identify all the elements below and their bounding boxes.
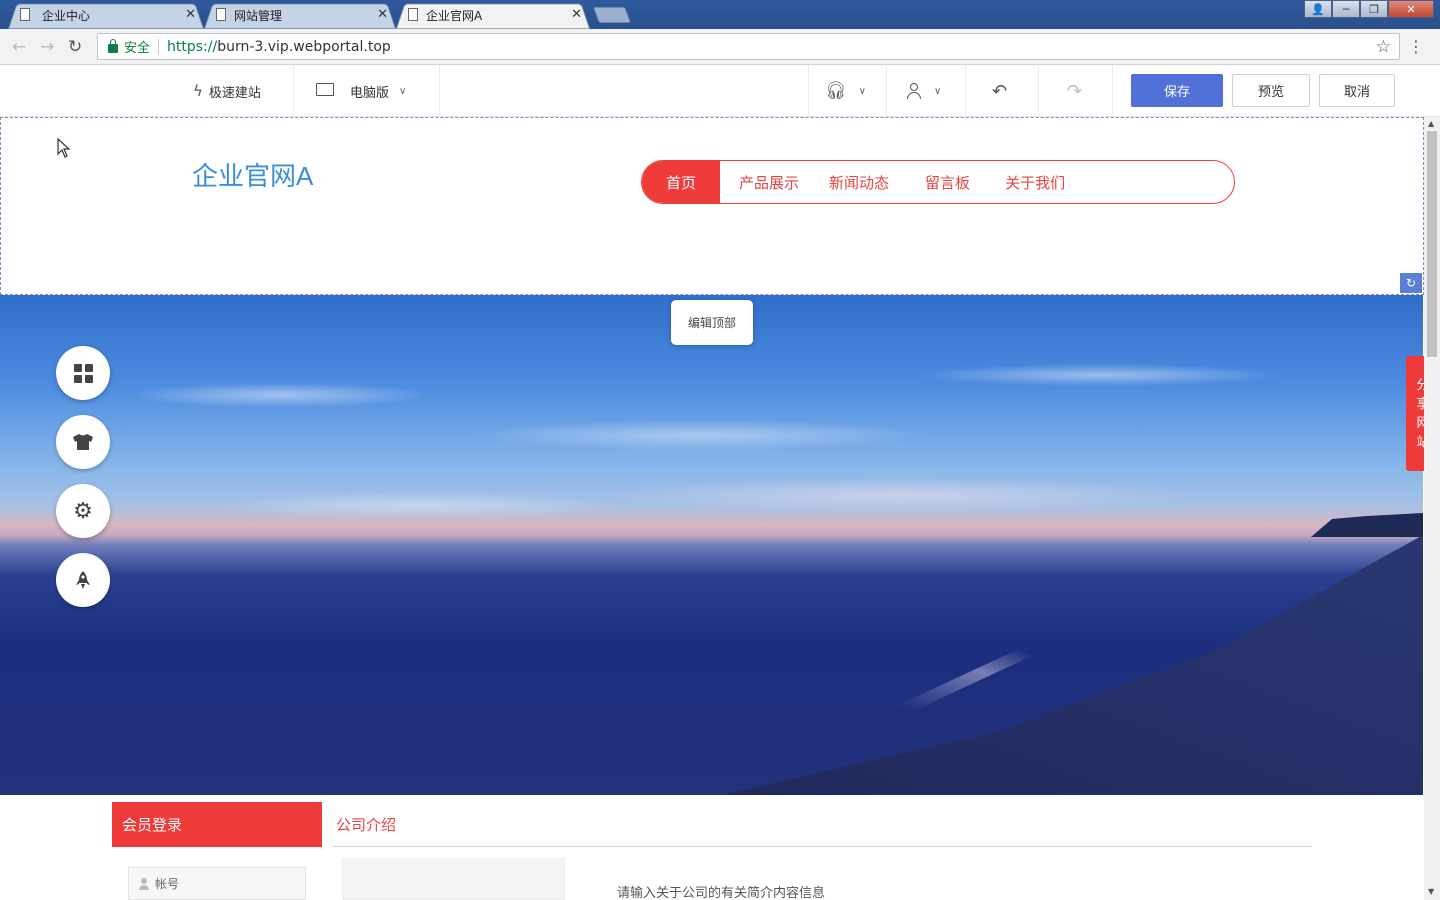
monitor-icon	[316, 82, 334, 96]
grid-icon	[73, 363, 93, 383]
quick-build-label: 极速建站	[208, 85, 261, 101]
scroll-up-icon[interactable]: ▲	[1428, 119, 1434, 128]
publish-tool-button[interactable]	[56, 553, 110, 607]
mouse-cursor-icon	[57, 137, 71, 162]
divider	[332, 846, 1312, 847]
security-label: 安全	[124, 41, 151, 56]
theme-tool-button[interactable]	[56, 415, 110, 469]
editor-toolbar: ϟ 极速建站 电脑版 ∨ 🎧︎ ∨ ∨ ↶ ↷ 保存 预览 取消	[0, 66, 1440, 117]
account-placeholder: 帐号	[155, 877, 180, 891]
nav-item-about[interactable]: 关于我们	[985, 161, 1080, 203]
account-menu[interactable]: ∨	[906, 66, 941, 116]
tab-title: 企业中心	[42, 8, 91, 23]
nav-item-home[interactable]: 首页	[642, 161, 721, 203]
banner-image	[0, 295, 1423, 795]
company-intro-title[interactable]: 公司介绍	[336, 814, 396, 835]
company-image-placeholder	[342, 858, 565, 900]
user-icon	[906, 82, 922, 100]
grid-tool-button[interactable]	[56, 346, 110, 400]
undo-button[interactable]: ↶	[992, 66, 1007, 116]
browser-tab-bar: 企业中心 ✕ 网站管理 ✕ 企业官网A ✕ 👤 ─ ❐ ✕	[0, 0, 1440, 29]
redo-icon: ↷	[1067, 80, 1083, 102]
nav-item-products[interactable]: 产品展示	[724, 161, 814, 203]
device-selector[interactable]: 电脑版 ∨	[316, 66, 406, 116]
gear-icon: ⚙	[73, 498, 93, 524]
reload-icon[interactable]: ↻	[68, 37, 82, 57]
account-input[interactable]: 帐号	[128, 867, 306, 900]
refresh-icon[interactable]: ↻	[1400, 273, 1422, 293]
site-logo[interactable]: 企业官网A	[192, 156, 313, 193]
url-text: https://burn-3.vip.webportal.top	[167, 38, 391, 55]
document-icon	[20, 8, 30, 21]
close-tab-icon[interactable]: ✕	[377, 7, 388, 22]
address-bar: ← → ↻ 安全 https://burn-3.vip.webportal.to…	[0, 29, 1440, 65]
chevron-down-icon: ∨	[934, 85, 942, 97]
redo-button[interactable]: ↷	[1067, 66, 1082, 116]
save-button[interactable]: 保存	[1131, 74, 1223, 107]
nav-item-news[interactable]: 新闻动态	[814, 161, 904, 203]
chevron-down-icon: ∨	[858, 85, 866, 97]
cancel-button[interactable]: 取消	[1319, 74, 1395, 107]
headset-icon: 🎧︎	[825, 81, 847, 101]
page-scrollbar[interactable]: ▲ ▼	[1424, 117, 1440, 900]
shirt-icon	[73, 434, 93, 450]
profile-icon[interactable]: 👤	[1304, 0, 1332, 18]
device-label: 电脑版	[350, 85, 390, 101]
tab-title: 企业官网A	[426, 8, 483, 23]
scroll-down-icon[interactable]: ▼	[1428, 887, 1434, 896]
browser-tab-enterprise-center[interactable]: 企业中心 ✕	[8, 1, 204, 29]
window-controls: 👤 ─ ❐ ✕	[1304, 0, 1434, 18]
tab-title: 网站管理	[234, 8, 283, 23]
site-navigation: 首页 产品展示 新闻动态 留言板 关于我们	[641, 160, 1235, 204]
settings-tool-button[interactable]: ⚙	[56, 484, 110, 538]
document-icon	[216, 8, 226, 21]
maximize-button[interactable]: ❐	[1360, 0, 1388, 18]
close-tab-icon[interactable]: ✕	[571, 7, 582, 22]
bookmark-star-icon[interactable]: ☆	[1376, 37, 1391, 57]
rocket-icon	[76, 571, 90, 589]
lock-icon	[108, 39, 118, 53]
document-icon	[408, 8, 418, 21]
browser-menu-icon[interactable]: ⋮	[1408, 37, 1424, 56]
user-icon	[139, 877, 149, 890]
close-window-button[interactable]: ✕	[1388, 0, 1434, 18]
company-intro-text: 请输入关于公司的有关简介内容信息	[617, 886, 826, 900]
site-header-region[interactable]: 企业官网A 首页 产品展示 新闻动态 留言板 关于我们 ↻	[0, 117, 1424, 295]
member-login-title: 会员登录	[112, 802, 322, 847]
lightning-icon: ϟ	[193, 82, 203, 100]
browser-tab-site-management[interactable]: 网站管理 ✕	[204, 1, 396, 29]
close-tab-icon[interactable]: ✕	[185, 7, 196, 22]
back-icon[interactable]: ←	[12, 37, 26, 57]
browser-tab-site-a[interactable]: 企业官网A ✕	[396, 1, 590, 29]
nav-item-guestbook[interactable]: 留言板	[904, 161, 985, 203]
support-menu[interactable]: 🎧︎ ∨	[825, 66, 866, 116]
undo-icon: ↶	[992, 80, 1008, 102]
quick-build-button[interactable]: ϟ 极速建站	[193, 66, 261, 116]
scroll-thumb[interactable]	[1427, 131, 1437, 357]
minimize-button[interactable]: ─	[1332, 0, 1360, 18]
forward-icon[interactable]: →	[40, 37, 54, 57]
edit-top-button[interactable]: 编辑顶部	[671, 300, 753, 345]
preview-button[interactable]: 预览	[1232, 74, 1310, 107]
new-tab-button[interactable]	[593, 7, 631, 23]
chevron-down-icon: ∨	[399, 85, 407, 97]
url-input[interactable]: 安全 https://burn-3.vip.webportal.top ☆	[97, 33, 1400, 60]
